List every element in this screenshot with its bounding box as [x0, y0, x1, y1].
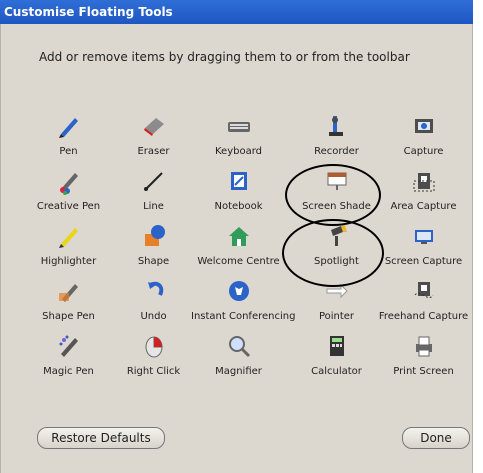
tool-label: Undo	[140, 311, 167, 322]
screen-capture-icon	[410, 222, 438, 250]
tool-label: Pointer	[318, 311, 355, 322]
tool-label: Print Screen	[393, 366, 454, 377]
capture-icon	[410, 112, 438, 140]
tool-recorder[interactable]: Recorder	[289, 112, 384, 157]
print-screen-icon	[410, 332, 438, 360]
tool-pen[interactable]: Pen	[21, 112, 116, 157]
instructions-text: Add or remove items by dragging them to …	[39, 50, 410, 64]
tool-label: Right Click	[126, 366, 181, 377]
keyboard-icon	[225, 112, 253, 140]
instant-conferencing-icon	[225, 277, 253, 305]
tool-calculator[interactable]: Calculator	[289, 332, 384, 377]
tool-label: Welcome Centre	[197, 256, 280, 267]
tool-magnifier[interactable]: Magnifier	[191, 332, 286, 377]
tool-print-screen[interactable]: Print Screen	[376, 332, 471, 377]
done-button[interactable]: Done	[402, 427, 470, 449]
tool-label: Screen Capture	[384, 256, 463, 267]
tool-label: Magic Pen	[43, 366, 94, 377]
screen-shade-highlight-oval	[285, 164, 381, 226]
tool-keyboard[interactable]: Keyboard	[191, 112, 286, 157]
tool-highlighter[interactable]: Highlighter	[21, 222, 116, 267]
freehand-capture-icon	[410, 277, 438, 305]
tool-shape-pen[interactable]: Shape Pen	[21, 277, 116, 322]
tool-instant-conferencing[interactable]: Instant Conferencing	[191, 277, 296, 322]
tool-label: Keyboard	[214, 146, 262, 157]
tool-label: Freehand Capture	[378, 311, 469, 322]
tool-label: Notebook	[214, 201, 263, 212]
tool-label: Recorder	[314, 146, 359, 157]
tool-label: Area Capture	[390, 201, 457, 212]
eraser-icon	[140, 112, 168, 140]
tool-label: Line	[143, 201, 164, 212]
tool-creative-pen[interactable]: Creative Pen	[21, 167, 116, 212]
pen-icon	[55, 112, 83, 140]
tool-label: Magnifier	[215, 366, 262, 377]
tool-label: Pen	[59, 146, 78, 157]
restore-defaults-button[interactable]: Restore Defaults	[37, 427, 165, 449]
welcome-centre-icon	[225, 222, 253, 250]
tool-label: Creative Pen	[36, 201, 101, 212]
tool-shape[interactable]: Shape	[106, 222, 201, 267]
tool-undo[interactable]: Undo	[106, 277, 201, 322]
tool-notebook[interactable]: Notebook	[191, 167, 286, 212]
tool-label: Shape Pen	[42, 311, 95, 322]
tool-label: Calculator	[311, 366, 362, 377]
magnifier-icon	[225, 332, 253, 360]
calculator-icon	[323, 332, 351, 360]
tool-label: Capture	[403, 146, 444, 157]
dialog-content: Add or remove items by dragging them to …	[0, 24, 473, 473]
magic-pen-icon	[55, 332, 83, 360]
right-click-icon	[140, 332, 168, 360]
tool-label: Shape	[137, 256, 170, 267]
tool-area-capture[interactable]: Area Capture	[376, 167, 471, 212]
tool-magic-pen[interactable]: Magic Pen	[21, 332, 116, 377]
shape-pen-icon	[55, 277, 83, 305]
area-capture-icon	[410, 167, 438, 195]
tool-capture[interactable]: Capture	[376, 112, 471, 157]
creative-pen-icon	[55, 167, 83, 195]
window-title: Customise Floating Tools	[0, 0, 473, 24]
tool-screen-capture[interactable]: Screen Capture	[376, 222, 471, 267]
recorder-icon	[323, 112, 351, 140]
tool-eraser[interactable]: Eraser	[106, 112, 201, 157]
shape-icon	[140, 222, 168, 250]
undo-icon	[140, 277, 168, 305]
spotlight-highlight-oval	[282, 219, 384, 287]
customise-floating-tools-dialog: Customise Floating Tools Add or remove i…	[0, 0, 473, 473]
tool-right-click[interactable]: Right Click	[106, 332, 201, 377]
tool-label: Eraser	[137, 146, 170, 157]
highlighter-icon	[55, 222, 83, 250]
notebook-icon	[225, 167, 253, 195]
tool-welcome-centre[interactable]: Welcome Centre	[191, 222, 286, 267]
tool-line[interactable]: Line	[106, 167, 201, 212]
tool-label: Instant Conferencing	[191, 311, 296, 322]
line-icon	[140, 167, 168, 195]
tool-label: Highlighter	[40, 256, 97, 267]
tool-freehand-capture[interactable]: Freehand Capture	[376, 277, 471, 322]
